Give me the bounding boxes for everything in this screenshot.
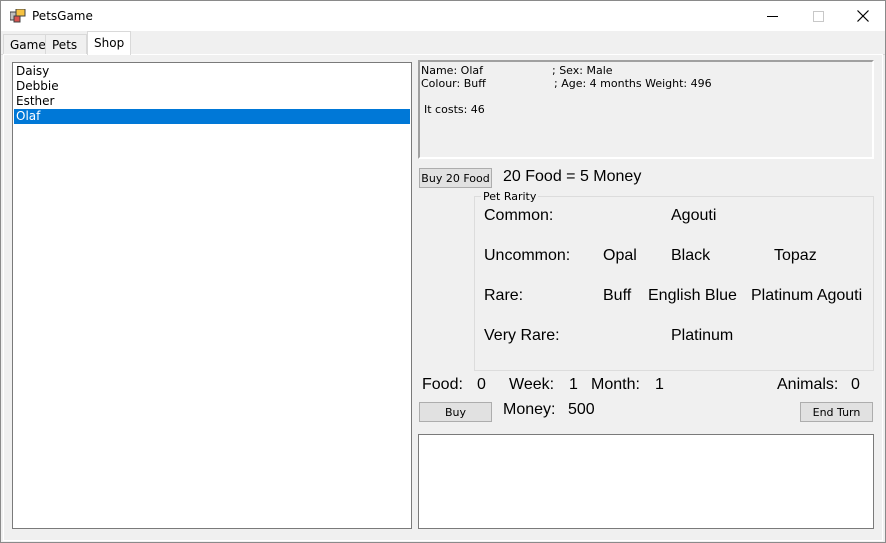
rarity-uncommon-label: Uncommon: xyxy=(484,247,571,264)
money-label: Money: xyxy=(503,401,556,418)
rarity-rare-platinum-agouti: Platinum Agouti xyxy=(751,287,863,304)
close-button[interactable] xyxy=(840,1,886,31)
rarity-uncommon-opal: Opal xyxy=(603,247,637,264)
pet-name-text: Name: Olaf xyxy=(421,64,483,77)
minimize-icon xyxy=(766,15,778,17)
window-title: PetsGame xyxy=(32,9,93,23)
rarity-common-label: Common: xyxy=(484,207,554,224)
pet-list-item-debbie[interactable]: Debbie xyxy=(14,79,410,94)
tab-shop[interactable]: Shop xyxy=(87,31,131,55)
main-window: PetsGame Game Pets Shop Daisy Debbie Est… xyxy=(0,0,886,543)
rarity-rare-english-blue: English Blue xyxy=(648,287,737,304)
app-icon xyxy=(10,9,26,23)
rarity-uncommon-black: Black xyxy=(671,247,711,264)
week-value: 1 xyxy=(569,376,578,393)
animals-value: 0 xyxy=(851,376,860,393)
food-label: Food: xyxy=(422,376,463,393)
close-icon xyxy=(857,10,869,22)
pet-cost-text: It costs: 46 xyxy=(424,103,485,116)
month-value: 1 xyxy=(655,376,664,393)
event-log-box[interactable] xyxy=(418,434,874,529)
animals-label: Animals: xyxy=(777,376,839,393)
month-label: Month: xyxy=(591,376,640,393)
pet-age-weight-text: ; Age: 4 months Weight: 496 xyxy=(554,77,712,90)
pet-list-item-olaf[interactable]: Olaf xyxy=(14,109,410,124)
rarity-rare-buff: Buff xyxy=(603,287,632,304)
title-bar: PetsGame xyxy=(1,1,885,31)
food-value: 0 xyxy=(477,376,486,393)
buy-20-food-button[interactable]: Buy 20 Food xyxy=(419,168,492,188)
tab-pets[interactable]: Pets xyxy=(45,34,87,54)
rarity-common-agouti: Agouti xyxy=(671,207,717,224)
week-label: Week: xyxy=(509,376,555,393)
rarity-uncommon-topaz: Topaz xyxy=(774,247,817,264)
pet-colour-text: Colour: Buff xyxy=(421,77,486,90)
maximize-button[interactable] xyxy=(795,1,841,31)
rarity-very-rare-label: Very Rare: xyxy=(484,327,560,344)
buy-button[interactable]: Buy xyxy=(419,402,492,422)
minimize-button[interactable] xyxy=(749,1,795,31)
pet-list-item-esther[interactable]: Esther xyxy=(14,94,410,109)
pet-list-item-daisy[interactable]: Daisy xyxy=(14,64,410,79)
food-rate-text: 20 Food = 5 Money xyxy=(503,168,642,185)
tab-strip: Game Pets Shop xyxy=(1,31,885,55)
pet-list[interactable]: Daisy Debbie Esther Olaf xyxy=(12,62,412,529)
tab-game[interactable]: Game xyxy=(3,34,46,54)
pet-info-box: Name: Olaf ; Sex: Male Colour: Buff ; Ag… xyxy=(418,60,874,159)
pet-sex-text: ; Sex: Male xyxy=(552,64,613,77)
rarity-rare-label: Rare: xyxy=(484,287,524,304)
rarity-very-rare-platinum: Platinum xyxy=(671,327,734,344)
maximize-icon xyxy=(812,10,824,22)
money-value: 500 xyxy=(568,401,595,418)
end-turn-button[interactable]: End Turn xyxy=(800,402,873,422)
pet-rarity-group-label: Pet Rarity xyxy=(481,190,539,203)
